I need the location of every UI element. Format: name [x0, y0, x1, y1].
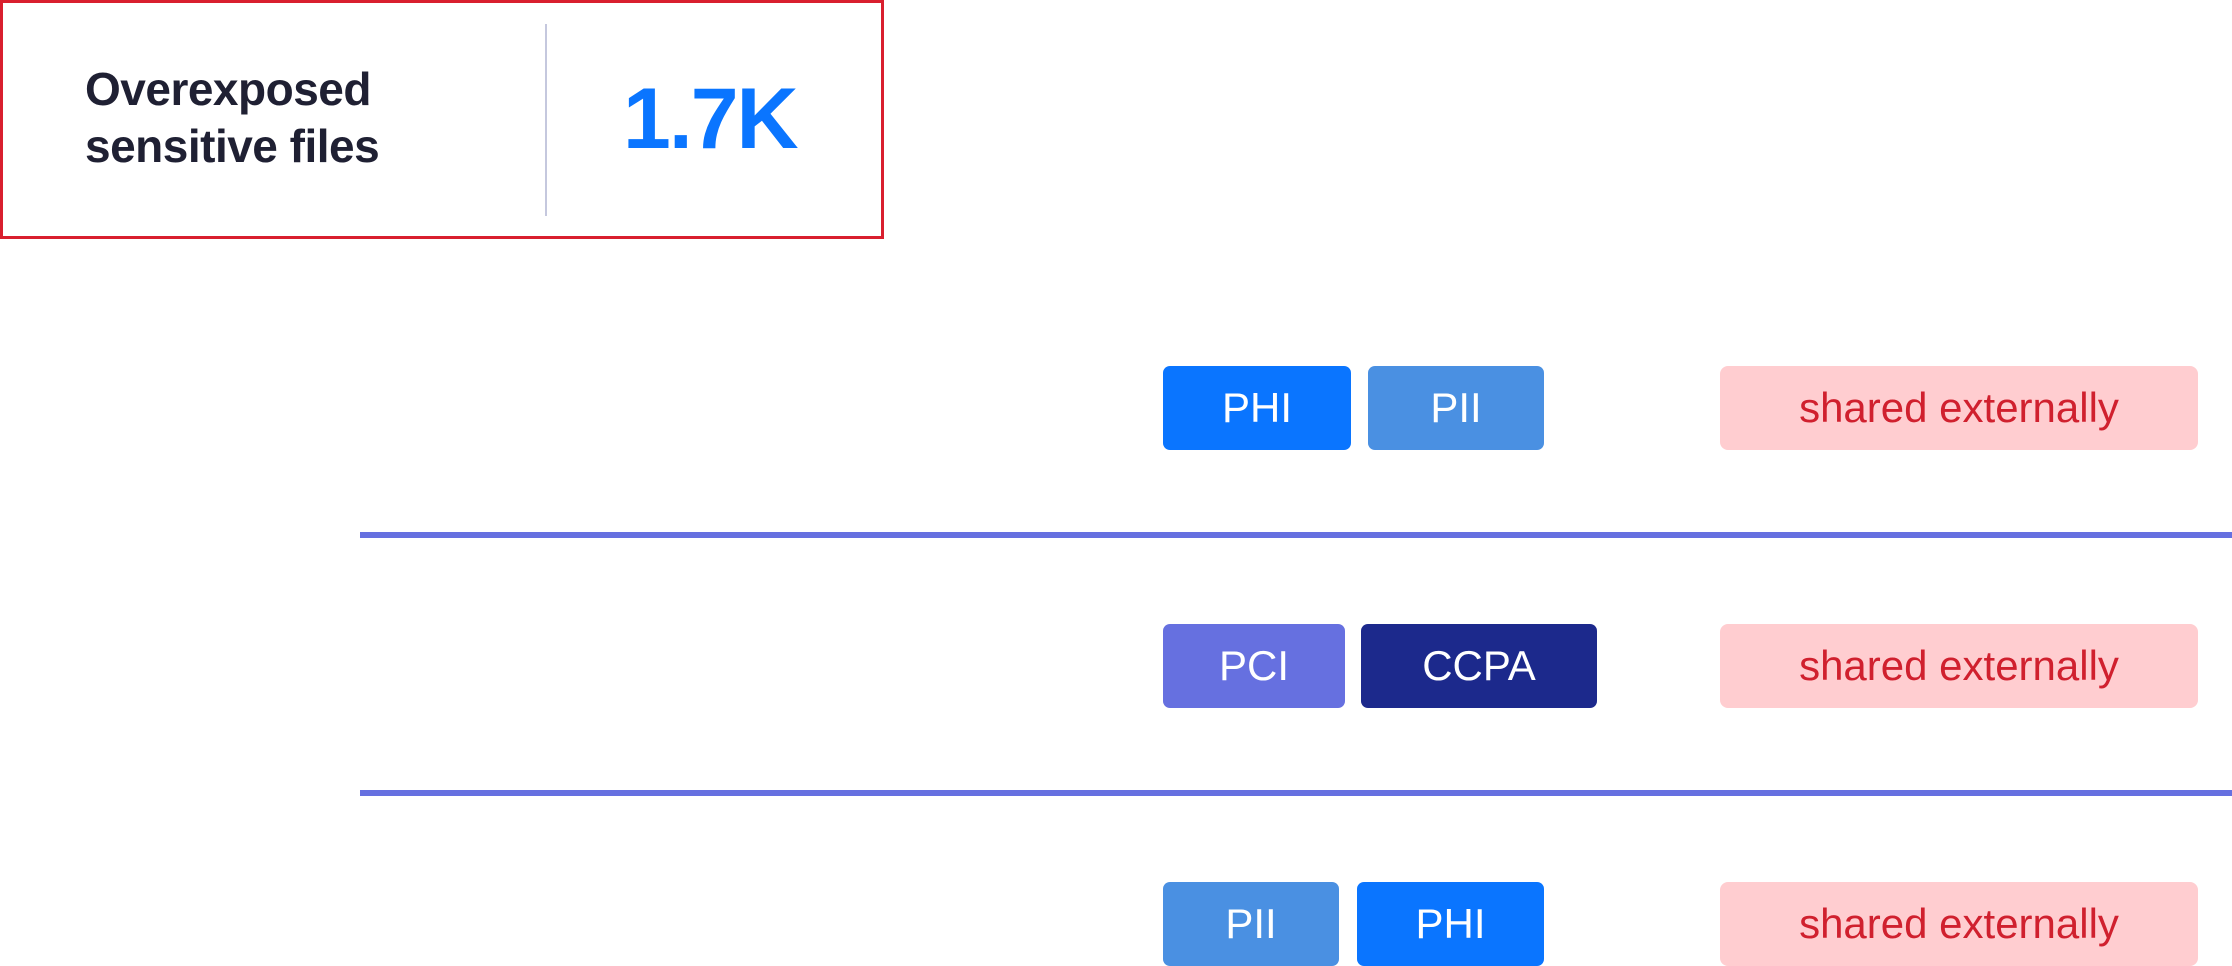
tag-chip[interactable]: PHI: [1163, 366, 1351, 450]
tag-chip[interactable]: PII: [1163, 882, 1339, 966]
tag-chip[interactable]: PCI: [1163, 624, 1345, 708]
exposure-status-badge: shared externally: [1720, 366, 2198, 450]
card-divider: [545, 24, 547, 216]
tag-chip[interactable]: CCPA: [1361, 624, 1597, 708]
card-title-line2: sensitive files: [85, 120, 380, 172]
file-row: PHI PII shared externally: [0, 366, 2232, 450]
tag-chip[interactable]: PII: [1368, 366, 1544, 450]
overexposed-files-card: Overexposed sensitive files 1.7K: [0, 0, 884, 239]
exposure-status-badge: shared externally: [1720, 882, 2198, 966]
row-separator: [360, 790, 2232, 796]
exposure-status-badge: shared externally: [1720, 624, 2198, 708]
file-row: PCI CCPA shared externally: [0, 624, 2232, 708]
row-separator: [360, 532, 2232, 538]
file-row: PII PHI shared externally: [0, 882, 2232, 966]
card-title: Overexposed sensitive files: [85, 61, 505, 175]
overexposed-count: 1.7K: [623, 71, 799, 167]
tag-chip[interactable]: PHI: [1357, 882, 1544, 966]
card-title-line1: Overexposed: [85, 63, 371, 115]
